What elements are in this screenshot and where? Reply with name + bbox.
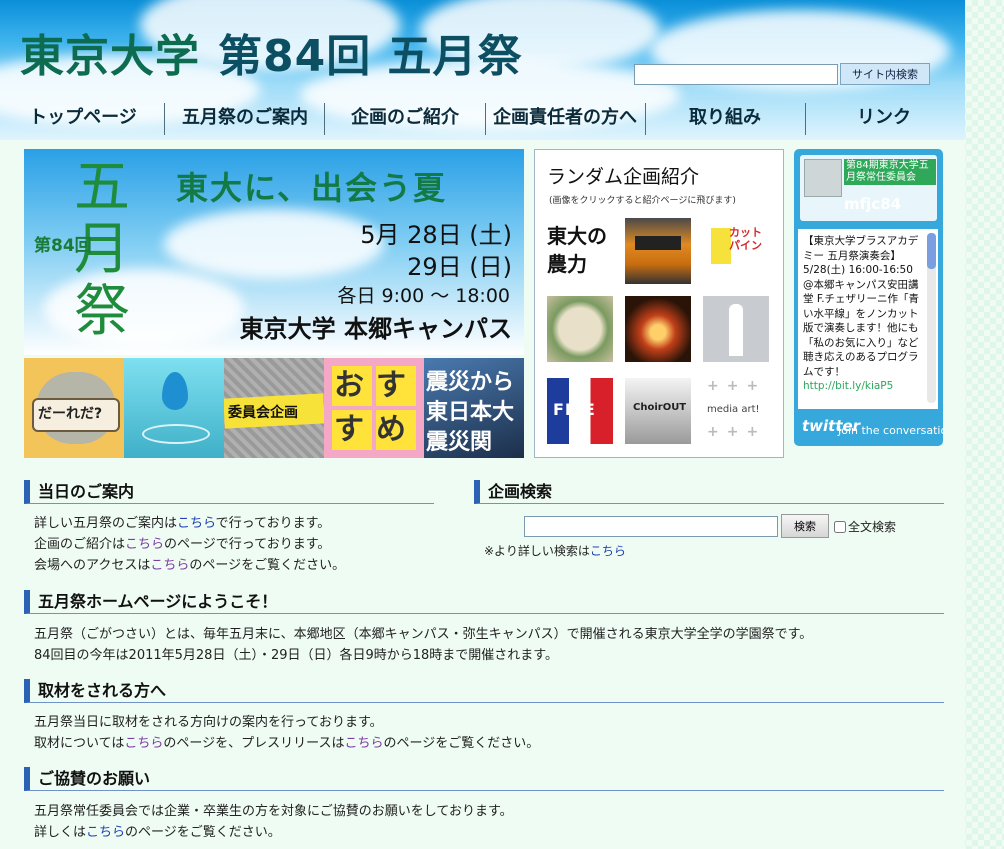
banner-date-day2: 29日 (日) xyxy=(407,247,512,282)
project-tile-ffje[interactable]: FFJE xyxy=(547,378,613,444)
feature-committee-label: 委員会企画 xyxy=(228,402,298,422)
section-heading-sponsor: ご協賛のお願い xyxy=(24,767,944,791)
nav-projects[interactable]: 企画のご紹介 xyxy=(326,100,484,136)
project-tile-stage[interactable] xyxy=(625,296,691,362)
sponsor-line-1: 五月祭常任委員会では企業・卒業生の方を対象にご協賛のお願いをしております。 xyxy=(34,802,513,822)
guide-line-3: 会場へのアクセスはこちらのページをご覧ください。 xyxy=(34,556,345,576)
project-tile-pineapple-label: カットパイン xyxy=(729,226,769,252)
nav-divider xyxy=(324,103,325,135)
project-tile-agriculture-label: 東大の農力 xyxy=(547,222,613,278)
project-search-button[interactable]: 検索 xyxy=(781,514,829,538)
sponsor-line-2: 詳しくはこちらのページをご覧ください。 xyxy=(34,823,281,843)
guide-access-link[interactable]: こちら xyxy=(150,558,189,573)
plus-grid-icon: +++ xyxy=(707,378,766,394)
main-nav: トップページ 五月祭のご案内 企画のご紹介 企画責任者の方へ 取り組み リンク xyxy=(0,100,965,138)
press-line-1: 五月祭当日に取材をされる方向けの案内を行っております。 xyxy=(34,713,383,733)
nav-organizers[interactable]: 企画責任者の方へ xyxy=(486,100,644,136)
feature-thumbnails: だーれだ? 委員会企画 おす すめ 震災から 東日本大震災関 xyxy=(24,358,524,458)
guide-projects-link[interactable]: こちら xyxy=(125,537,164,552)
nav-divider xyxy=(164,103,165,135)
nav-top-page[interactable]: トップページ xyxy=(8,100,158,136)
fulltext-search-checkbox[interactable]: 全文検索 xyxy=(834,518,896,535)
avatar xyxy=(804,159,842,197)
welcome-line-1: 五月祭（ごがつさい）とは、毎年五月末に、本郷地区（本郷キャンパス・弥生キャンパス… xyxy=(34,625,812,645)
guide-details-link[interactable]: こちら xyxy=(177,516,216,531)
site-title-university: 東京大学 xyxy=(20,31,200,82)
project-tile-choir-label: ChoirOUT xyxy=(633,402,686,413)
welcome-line-2: 84回目の今年は2011年5月28日（土）・29日（日）各日9時から18時まで開… xyxy=(34,646,558,666)
site-title[interactable]: 東京大学第84回 五月祭 xyxy=(20,20,523,84)
site-search-input[interactable] xyxy=(634,64,838,85)
project-tile-food[interactable] xyxy=(547,296,613,362)
tweet-scrollbar-thumb[interactable] xyxy=(927,233,936,269)
random-projects-note: (画像をクリックすると紹介ページに飛びます) xyxy=(549,193,736,206)
section-heading-project-search: 企画検索 xyxy=(474,480,944,504)
festival-banner: 五月祭 第84回 東大に、出会う夏 5月 28日 (土) 29日 (日) 各日 … xyxy=(24,149,524,355)
project-tile-media-art-label: media art! xyxy=(707,404,760,415)
site-search-button[interactable]: サイト内検索 xyxy=(840,63,930,85)
feature-water-drop[interactable] xyxy=(124,358,224,458)
tweet-text: 【東京大学ブラスアカデミー 五月祭演奏会】5/28(土) 16:00-16:50… xyxy=(803,234,921,394)
feature-committee-project[interactable]: 委員会企画 xyxy=(224,358,324,458)
twitter-account-name: 第84期東京大学五月祭常任委員会 xyxy=(844,159,936,185)
banner-venue: 東京大学 本郷キャンパス xyxy=(240,309,512,344)
twitter-handle[interactable]: mfjc84 xyxy=(844,195,901,213)
project-search-input[interactable] xyxy=(524,516,778,537)
tweet-body: 【東京大学ブラスアカデミー 五月祭演奏会】5/28(土) 16:00-16:50… xyxy=(803,235,919,378)
sponsor-details-link[interactable]: こちら xyxy=(86,825,125,840)
section-heading-guide: 当日のご案内 xyxy=(24,480,434,504)
feature-recommended-label: おす すめ xyxy=(334,364,418,452)
advanced-search-note: ※より詳しい検索はこちら xyxy=(484,541,626,561)
tweet-list[interactable]: 【東京大学ブラスアカデミー 五月祭演奏会】5/28(土) 16:00-16:50… xyxy=(798,229,938,409)
project-tile-train[interactable] xyxy=(625,218,691,284)
nav-initiatives[interactable]: 取り組み xyxy=(646,100,804,136)
feature-recommended[interactable]: おす すめ xyxy=(324,358,424,458)
random-projects-box: ランダム企画紹介 (画像をクリックすると紹介ページに飛びます) 東大の農力 カッ… xyxy=(534,149,784,458)
banner-headline: 東大に、出会う夏 xyxy=(176,163,447,209)
plus-grid-icon: +++ xyxy=(707,424,766,440)
feature-guess-who[interactable]: だーれだ? xyxy=(24,358,124,458)
press-line-2: 取材についてはこちらのページを、プレスリリースはこちらのページをご覧ください。 xyxy=(34,734,539,754)
header: 東京大学第84回 五月祭 サイト内検索 トップページ 五月祭のご案内 企画のご紹… xyxy=(0,0,965,140)
banner-edition: 第84回 xyxy=(34,231,92,256)
advanced-search-link[interactable]: こちら xyxy=(590,544,626,558)
water-drop-icon xyxy=(162,372,188,410)
tweet-scrollbar[interactable] xyxy=(927,233,936,403)
project-tile-choir[interactable]: ChoirOUT xyxy=(625,378,691,444)
page-background-margin xyxy=(965,0,1004,849)
nav-festival-guide[interactable]: 五月祭のご案内 xyxy=(166,100,324,136)
project-tile-sculpture[interactable] xyxy=(703,296,769,362)
project-tile-cut-pineapple[interactable]: カットパイン xyxy=(703,218,769,284)
guide-line-2: 企画のご紹介はこちらのページで行っております。 xyxy=(34,535,330,555)
project-tile-ffje-label: FFJE xyxy=(553,400,596,419)
section-heading-press: 取材をされる方へ xyxy=(24,679,944,703)
feature-earthquake-label: 震災から 東日本大震災関 xyxy=(426,368,524,458)
press-release-link[interactable]: こちら xyxy=(344,736,383,751)
site-title-festival: 第84回 五月祭 xyxy=(218,31,523,82)
section-heading-welcome: 五月祭ホームページにようこそ！ xyxy=(24,590,944,614)
tweet-link[interactable]: http://bit.ly/kiaP5 xyxy=(803,380,893,392)
project-tile-agriculture[interactable]: 東大の農力 xyxy=(547,218,613,284)
twitter-join-link[interactable]: Join the conversation xyxy=(838,424,943,437)
page: 東京大学第84回 五月祭 サイト内検索 トップページ 五月祭のご案内 企画のご紹… xyxy=(0,0,965,849)
fulltext-checkbox[interactable] xyxy=(834,521,846,533)
project-tile-media-art[interactable]: +++ media art! +++ xyxy=(703,378,769,444)
feature-earthquake-relief[interactable]: 震災から 東日本大震災関 xyxy=(424,358,524,458)
random-projects-title: ランダム企画紹介 xyxy=(547,162,699,189)
guide-line-1: 詳しい五月祭のご案内はこちらで行っております。 xyxy=(34,514,330,534)
nav-links[interactable]: リンク xyxy=(806,100,962,136)
banner-date-day1: 5月 28日 (土) xyxy=(360,215,512,250)
press-coverage-link[interactable]: こちら xyxy=(124,736,163,751)
fulltext-label: 全文検索 xyxy=(848,520,896,534)
banner-hours: 各日 9:00 〜 18:00 xyxy=(337,281,510,308)
twitter-widget: 第84期東京大学五月祭常任委員会 mfjc84 【東京大学ブラスアカデミー 五月… xyxy=(794,149,943,446)
feature-guess-who-label: だーれだ? xyxy=(38,403,102,423)
